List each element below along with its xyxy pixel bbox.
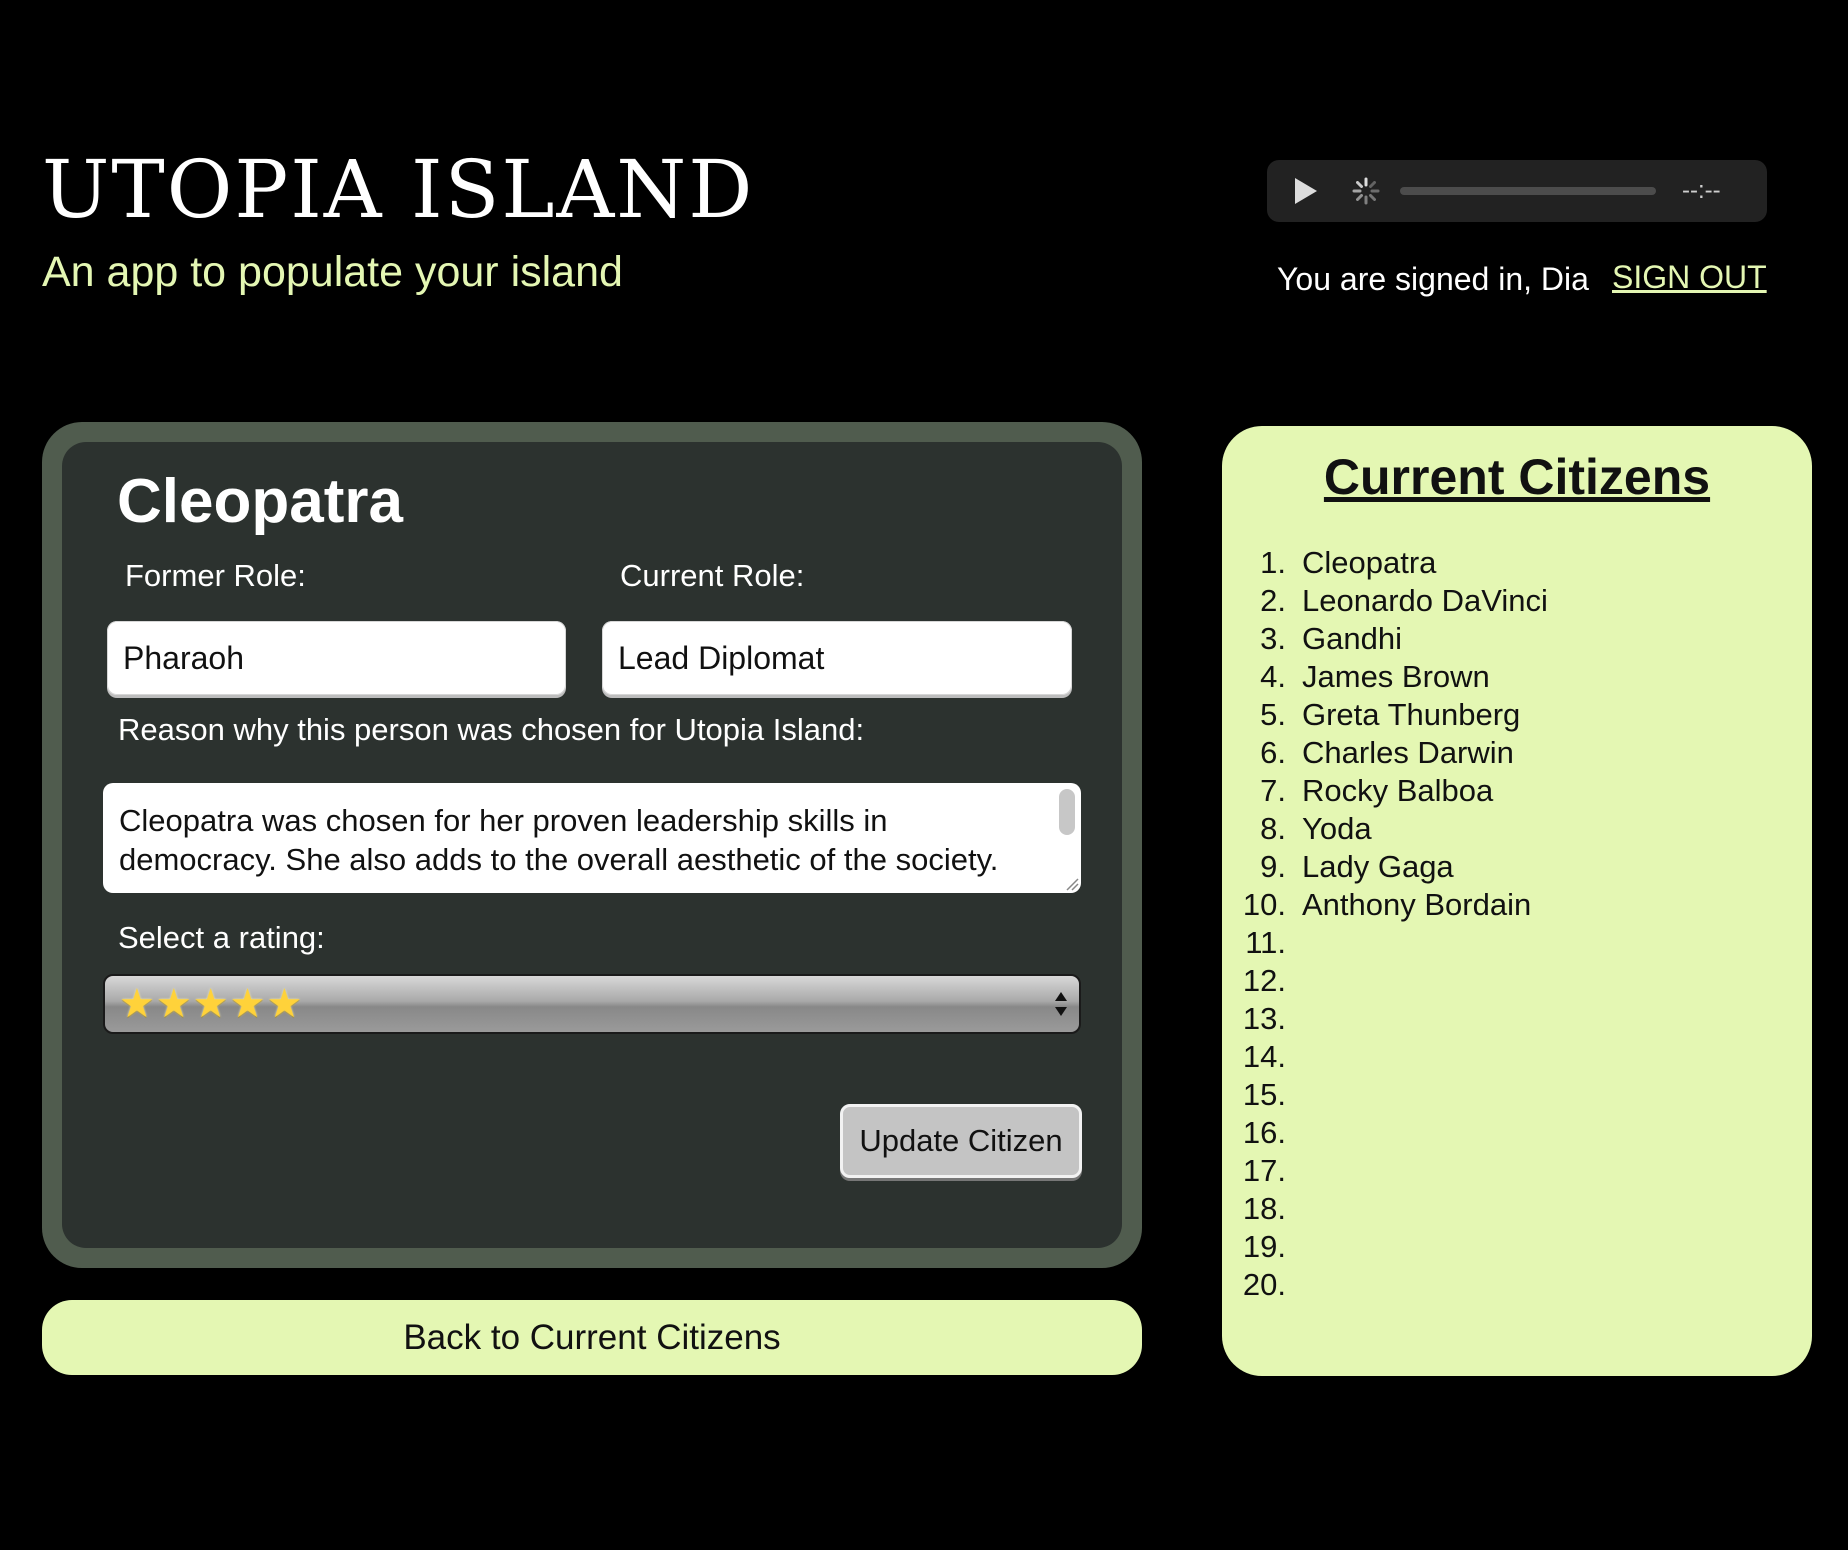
app-title: UTOPIA ISLAND: [42, 143, 755, 236]
list-item-number: 17.: [1242, 1153, 1286, 1188]
app-subtitle: An app to populate your island: [42, 248, 623, 296]
list-item-name: Gandhi: [1302, 621, 1402, 656]
list-item-number: 9.: [1260, 849, 1286, 884]
play-icon[interactable]: [1295, 178, 1317, 204]
list-item-name: Anthony Bordain: [1302, 887, 1532, 922]
list-item-number: 18.: [1242, 1191, 1286, 1226]
list-item-number: 4.: [1260, 659, 1286, 694]
list-item-number: 15.: [1242, 1077, 1286, 1112]
chevron-updown-icon: [1055, 992, 1067, 1016]
back-to-citizens-button[interactable]: Back to Current Citizens: [42, 1300, 1142, 1375]
list-item-name: Charles Darwin: [1302, 735, 1514, 770]
list-item-number: 10.: [1242, 887, 1286, 922]
reason-label: Reason why this person was chosen for Ut…: [118, 712, 865, 747]
list-item-number: 5.: [1260, 697, 1286, 732]
rating-select[interactable]: ★★★★★: [103, 974, 1081, 1034]
former-role-input[interactable]: [107, 621, 566, 695]
citizen-edit-panel: Cleopatra Former Role: Current Role: Rea…: [42, 422, 1142, 1268]
list-item-name: James Brown: [1302, 659, 1490, 694]
sign-out-link[interactable]: SIGN OUT: [1612, 259, 1767, 296]
list-item-number: 7.: [1260, 773, 1286, 808]
list-item-number: 14.: [1242, 1039, 1286, 1074]
list-item-name: Lady Gaga: [1302, 849, 1454, 884]
list-item-name: Yoda: [1302, 811, 1372, 846]
resize-handle-icon[interactable]: [1063, 875, 1079, 891]
current-citizens-title: Current Citizens: [1323, 449, 1711, 505]
current-role-input[interactable]: [602, 621, 1072, 695]
current-role-label: Current Role:: [620, 558, 805, 593]
update-citizen-button[interactable]: Update Citizen: [840, 1104, 1082, 1178]
list-item-number: 13.: [1242, 1001, 1286, 1036]
reason-textarea[interactable]: Cleopatra was chosen for her proven lead…: [103, 783, 1081, 893]
list-item-number: 11.: [1245, 925, 1286, 960]
rating-label: Select a rating:: [118, 920, 325, 955]
reason-text: Cleopatra was chosen for her proven lead…: [119, 803, 999, 877]
list-item-number: 16.: [1242, 1115, 1286, 1150]
list-item-name: Rocky Balboa: [1302, 773, 1494, 808]
signed-in-text: You are signed in, Dia: [1277, 261, 1589, 297]
citizen-edit-form: Cleopatra Former Role: Current Role: Rea…: [62, 442, 1122, 1248]
citizen-name-heading: Cleopatra: [117, 467, 403, 536]
list-item-number: 19.: [1242, 1229, 1286, 1264]
list-item-name: Leonardo DaVinci: [1302, 583, 1548, 618]
former-role-label: Former Role:: [125, 558, 306, 593]
list-item-number: 20.: [1242, 1267, 1286, 1302]
list-item-number: 1.: [1260, 545, 1286, 580]
reason-scrollbar[interactable]: [1059, 789, 1075, 835]
list-item-name: Cleopatra: [1302, 545, 1437, 580]
audio-progress-track[interactable]: [1400, 187, 1656, 195]
list-item-number: 3.: [1260, 621, 1286, 656]
audio-time: --:--: [1682, 177, 1721, 204]
rating-stars: ★★★★★: [119, 981, 304, 1027]
audio-player[interactable]: --:--: [1267, 160, 1767, 222]
current-citizens-panel: Current Citizens 1. Cleopatra 2. Leonardo D…: [1222, 426, 1812, 1376]
list-item-name: Greta Thunberg: [1302, 697, 1521, 732]
list-item-number: 8.: [1260, 811, 1286, 846]
list-item-number: 6.: [1260, 735, 1286, 770]
list-item-number: 2.: [1260, 583, 1286, 618]
list-item-number: 12.: [1242, 963, 1286, 998]
spinner-icon: [1352, 177, 1380, 205]
